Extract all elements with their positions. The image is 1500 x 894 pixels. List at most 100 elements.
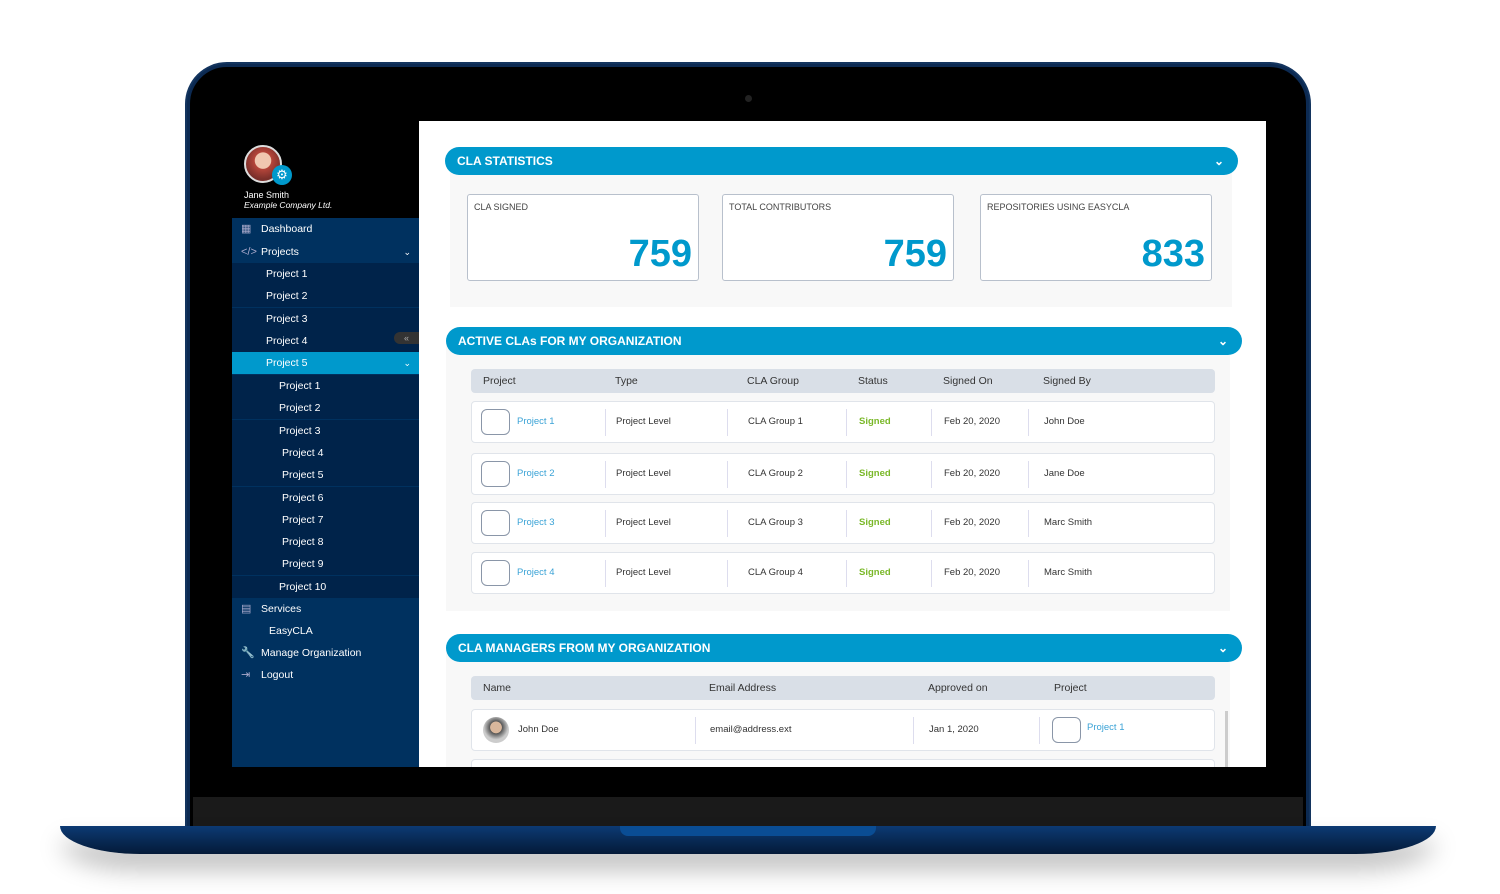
sidebar-item-subproject[interactable]: Project 5 <box>232 464 419 487</box>
sidebar-item-project[interactable]: Project 5 ⌄ <box>232 352 419 375</box>
collapse-sidebar-button[interactable]: « <box>394 332 419 344</box>
project-link[interactable]: Project 2 <box>517 454 555 494</box>
nav-label: Project 9 <box>282 558 324 571</box>
divider <box>1028 510 1029 537</box>
sidebar-item-subproject[interactable]: Project 8 <box>232 531 419 554</box>
signed-by-cell: Marc Smith <box>1044 567 1093 578</box>
chevron-down-icon[interactable]: ⌄ <box>403 352 411 374</box>
table-row[interactable]: Project 4 Project Level CLA Group 4 Sign… <box>471 552 1215 594</box>
cla-group-cell: CLA Group 4 <box>748 567 803 578</box>
sidebar-item-subproject[interactable]: Project 10 <box>232 575 419 598</box>
divider <box>605 461 606 488</box>
divider <box>727 461 728 488</box>
laptop-notch <box>620 826 876 836</box>
divider <box>695 717 696 744</box>
project-link[interactable]: Project 4 <box>517 553 555 593</box>
nav-label: Project 3 <box>266 312 308 325</box>
column-header[interactable]: Type <box>615 369 638 393</box>
avatar <box>483 717 509 743</box>
sidebar-item-easycla[interactable]: EasyCLA <box>232 620 419 642</box>
signed-on-cell: Feb 20, 2020 <box>944 468 1000 479</box>
divider <box>931 510 932 537</box>
table-row[interactable] <box>471 759 1215 767</box>
nav-label: Project 7 <box>282 513 324 526</box>
table-row[interactable]: Project 2 Project Level CLA Group 2 Sign… <box>471 453 1215 495</box>
user-company: Example Company Ltd. <box>244 200 333 210</box>
main-content: CLA STATISTICS ⌄ CLA SIGNED 759 TOTAL CONTR… <box>419 121 1266 767</box>
divider <box>727 560 728 587</box>
sidebar-item-dashboard[interactable]: ▦ Dashboard <box>232 218 419 240</box>
sidebar-item-project[interactable]: Project 1 <box>232 263 419 285</box>
stat-label: TOTAL CONTRIBUTORS <box>729 202 832 212</box>
logout-icon: ⇥ <box>241 669 251 681</box>
project-link[interactable]: Project 1 <box>517 402 555 442</box>
sidebar-item-subproject[interactable]: Project 9 <box>232 553 419 576</box>
type-cell: Project Level <box>616 416 671 427</box>
chevron-down-icon[interactable]: ⌄ <box>1218 634 1228 662</box>
sidebar-item-subproject[interactable]: Project 4 <box>232 441 419 464</box>
sidebar-item-subproject[interactable]: Project 1 <box>232 375 419 397</box>
column-header[interactable]: Email Address <box>709 676 776 700</box>
stat-value: 759 <box>628 233 692 275</box>
table-row[interactable]: Project 1 Project Level CLA Group 1 Sign… <box>471 401 1215 443</box>
sidebar: ⚙ Jane Smith Example Company Ltd. ▦ Dashb… <box>232 121 419 767</box>
column-header[interactable]: Approved on <box>928 676 988 700</box>
signed-on-cell: Feb 20, 2020 <box>944 416 1000 427</box>
divider <box>727 510 728 537</box>
stats-header[interactable]: CLA STATISTICS ⌄ <box>445 147 1238 175</box>
column-header[interactable]: Project <box>1054 676 1087 700</box>
project-logo <box>481 461 510 487</box>
column-header[interactable]: Status <box>858 369 888 393</box>
sidebar-item-services[interactable]: ▤ Services <box>232 598 419 620</box>
column-header[interactable]: Project <box>483 369 516 393</box>
sidebar-item-subproject[interactable]: Project 3 <box>232 419 419 442</box>
sidebar-item-project[interactable]: Project 4 <box>232 329 419 352</box>
sidebar-item-subproject[interactable]: Project 7 <box>232 508 419 531</box>
gear-icon[interactable]: ⚙ <box>272 165 292 185</box>
nav-label: Project 3 <box>279 424 321 437</box>
sidebar-item-project[interactable]: Project 2 <box>232 285 419 308</box>
sidebar-item-projects[interactable]: </> Projects ⌄ <box>232 241 419 263</box>
status-badge: Signed <box>859 567 891 578</box>
user-name: Jane Smith <box>244 190 290 200</box>
table-row[interactable]: John Doe email@address.ext Jan 1, 2020 P… <box>471 709 1215 751</box>
active-header[interactable]: ACTIVE CLAs FOR MY ORGANIZATION ⌄ <box>446 327 1242 355</box>
status-badge: Signed <box>859 517 891 528</box>
column-header[interactable]: Signed On <box>943 369 993 393</box>
nav-label: Project 4 <box>266 334 308 347</box>
sidebar-item-subproject[interactable]: Project 2 <box>232 397 419 420</box>
chevron-down-icon[interactable]: ⌄ <box>1214 147 1224 175</box>
sidebar-item-logout[interactable]: ⇥ Logout <box>232 664 419 686</box>
nav-label: EasyCLA <box>269 625 313 637</box>
column-header[interactable]: Name <box>483 676 511 700</box>
divider <box>1028 560 1029 587</box>
sidebar-item-project[interactable]: Project 3 <box>232 307 419 330</box>
column-header[interactable]: CLA Group <box>747 369 799 393</box>
divider <box>605 409 606 436</box>
nav-label: Logout <box>261 669 294 681</box>
status-badge: Signed <box>859 416 891 427</box>
project-link[interactable]: Project 3 <box>517 503 555 543</box>
nav-label: Services <box>261 603 302 615</box>
stat-label: REPOSITORIES USING EASYCLA <box>987 202 1130 212</box>
managers-header[interactable]: CLA MANAGERS FROM MY ORGANIZATION ⌄ <box>446 634 1242 662</box>
divider <box>931 409 932 436</box>
project-logo <box>481 510 510 536</box>
column-header[interactable]: Signed By <box>1043 369 1091 393</box>
table-row[interactable]: Project 3 Project Level CLA Group 3 Sign… <box>471 502 1215 544</box>
scrollbar[interactable] <box>1225 711 1228 767</box>
signed-on-cell: Feb 20, 2020 <box>944 517 1000 528</box>
project-logo <box>1052 717 1081 743</box>
nav-label: Projects <box>261 246 299 258</box>
divider <box>1028 409 1029 436</box>
sidebar-item-subproject[interactable]: Project 6 <box>232 486 419 509</box>
divider <box>846 510 847 537</box>
signed-on-cell: Feb 20, 2020 <box>944 567 1000 578</box>
sidebar-item-manage-organization[interactable]: 🔧 Manage Organization <box>232 642 419 664</box>
chevron-down-icon[interactable]: ⌄ <box>1218 327 1228 355</box>
project-link[interactable]: Project 1 <box>1087 710 1125 746</box>
nav-label: Project 1 <box>279 380 321 392</box>
active-title: ACTIVE CLAs FOR MY ORGANIZATION <box>458 334 682 348</box>
chevron-down-icon[interactable]: ⌄ <box>403 241 411 263</box>
name-cell: John Doe <box>518 724 559 735</box>
